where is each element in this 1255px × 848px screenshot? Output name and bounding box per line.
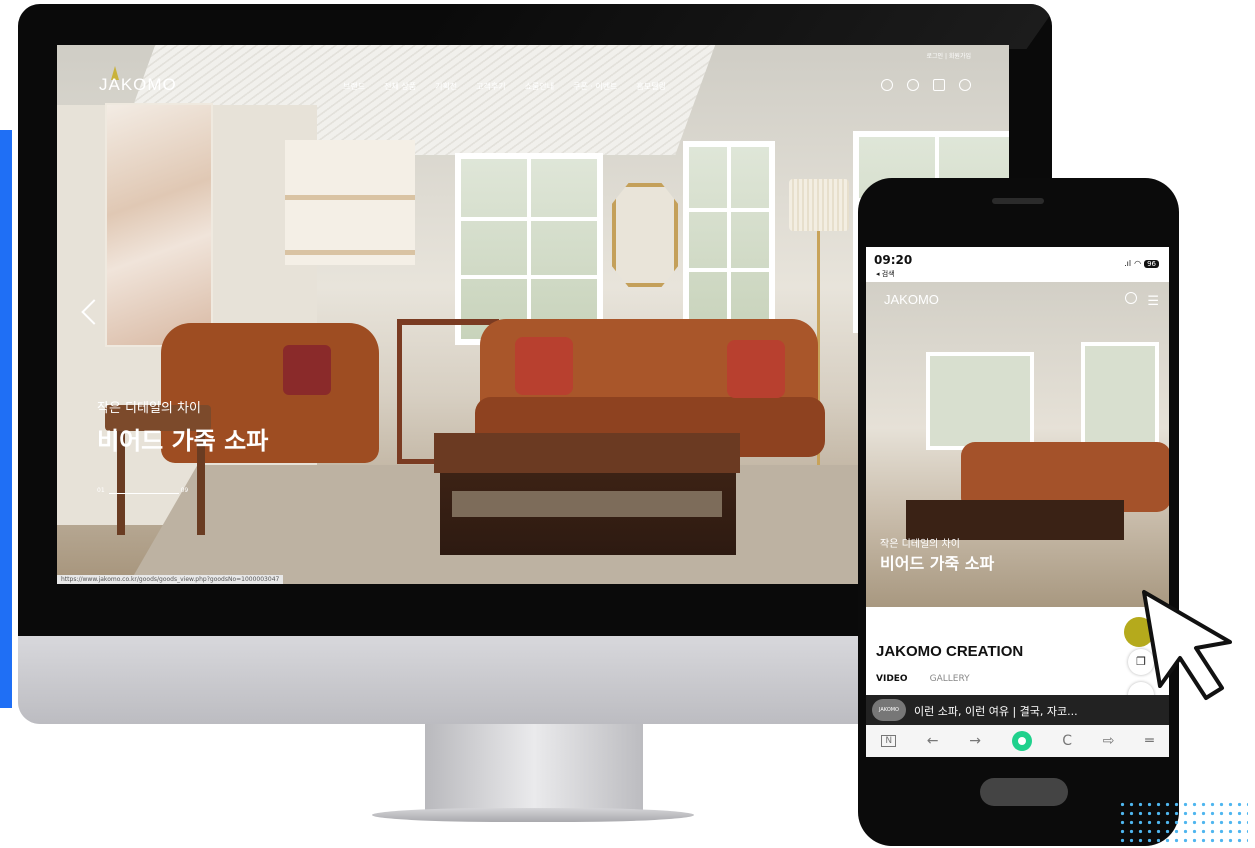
search-icon[interactable] (1125, 292, 1137, 304)
share-icon[interactable]: ⇨ (1103, 733, 1115, 749)
back-to-search[interactable]: ◂ 검색 (876, 269, 895, 279)
forward-arrow-icon[interactable]: → (969, 733, 981, 749)
accent-bar (0, 130, 12, 708)
nav-item-exhibition[interactable]: 기획전 (435, 81, 457, 92)
wifi-icon: ◠ (1134, 259, 1142, 268)
status-url: https://www.jakomo.co.kr/goods/goods_vie… (57, 575, 284, 584)
nav-item-reviews[interactable]: 고객후기 (476, 81, 505, 92)
wall-painting (107, 105, 211, 345)
phone-home-button[interactable] (980, 778, 1068, 806)
browser-toolbar: N ← → C ⇨ ═ (866, 725, 1169, 757)
nav-item-brand[interactable]: 브랜드 (343, 81, 365, 92)
nav-item-coupon-event[interactable]: 쿠폰 · 이벤트 (573, 81, 617, 92)
login-links[interactable]: 로그인 | 회원가입 (927, 51, 971, 60)
naver-icon[interactable]: N (881, 735, 897, 747)
tab-video[interactable]: VIDEO (876, 674, 908, 684)
decorative-dots (1118, 800, 1248, 846)
site-logo[interactable]: JAKOMO (99, 75, 177, 95)
coffee-table (434, 433, 740, 473)
section-title: JAKOMO CREATION (876, 643, 1024, 660)
refresh-icon[interactable]: C (1062, 733, 1072, 749)
monitor-stand (425, 724, 643, 816)
mobile-hero-title: 비어드 가죽 소파 (880, 554, 995, 573)
mobile-logo[interactable]: JAKOMO (884, 292, 939, 307)
nav-item-showroom[interactable]: 쇼룸안내 (525, 81, 554, 92)
hero-subtitle: 작은 디테일의 차이 (97, 401, 201, 416)
more-menu-icon[interactable]: ═ (1145, 733, 1153, 749)
home-icon[interactable] (1011, 731, 1032, 751)
user-icon[interactable] (907, 79, 919, 91)
signal-icon: .ıl (1124, 259, 1132, 268)
media-tabs: VIDEO GALLERY (876, 674, 970, 684)
mobile-screen: 09:20 ◂ 검색 .ıl ◠ 96 JAKOMO ☰ 작은 디테일의 차이 … (866, 247, 1169, 757)
pager-total: 09 (180, 487, 189, 494)
menu-icon[interactable]: ☰ (1147, 294, 1159, 309)
wall-mirror (612, 183, 678, 287)
floor-lamp (789, 179, 849, 231)
status-icons: .ıl ◠ 96 (1124, 259, 1159, 268)
mobile-hero-subtitle: 작은 디테일의 차이 (880, 539, 960, 550)
back-arrow-icon[interactable]: ← (927, 733, 939, 749)
monitor-stand-base (372, 808, 694, 822)
status-time: 09:20 (874, 253, 913, 267)
nav-item-all-products[interactable]: 전체 상품 (384, 81, 416, 92)
slide-progress (109, 493, 179, 494)
video-item[interactable]: JAKOMO 이런 소파, 이런 여유 | 결국, 자코... (866, 695, 1169, 725)
pager-current: 01 (97, 487, 105, 494)
phone-speaker (992, 198, 1044, 204)
search-icon[interactable] (959, 79, 971, 91)
battery-icon: 96 (1144, 259, 1159, 268)
mobile-hero: JAKOMO ☰ 작은 디테일의 차이 비어드 가죽 소파 (866, 282, 1169, 607)
main-nav: 브랜드 전체 상품 기획전 고객후기 쇼룸안내 쿠폰 · 이벤트 홈모델링 (343, 81, 666, 92)
nav-item-home-modeling[interactable]: 홈모델링 (637, 81, 666, 92)
video-title[interactable]: 이런 소파, 이런 여유 | 결국, 자코... (914, 703, 1078, 719)
header-icons (881, 79, 971, 91)
headset-icon[interactable] (881, 79, 893, 91)
tab-gallery[interactable]: GALLERY (930, 674, 970, 684)
hero-title: 비어드 가죽 소파 (97, 427, 269, 455)
channel-avatar: JAKOMO (872, 699, 906, 721)
pointer-cursor-icon (1142, 590, 1232, 700)
cart-icon[interactable] (933, 79, 945, 91)
